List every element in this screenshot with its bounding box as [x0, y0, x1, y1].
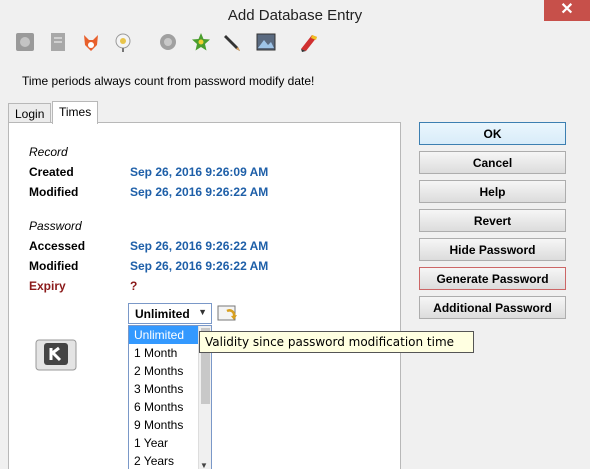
record-modified-label: Modified: [29, 185, 79, 199]
ok-button[interactable]: OK: [419, 122, 566, 145]
generate-password-button[interactable]: Generate Password: [419, 267, 566, 290]
password-modified-label: Modified: [29, 259, 79, 273]
additional-password-button[interactable]: Additional Password: [419, 296, 566, 319]
scroll-down-icon[interactable]: ▼: [200, 461, 208, 469]
dropdown-option[interactable]: 1 Month: [129, 344, 199, 362]
time-period-note: Time periods always count from password …: [22, 74, 315, 88]
expiry-select-value: Unlimited: [135, 307, 190, 321]
record-created-value: Sep 26, 2016 9:26:09 AM: [130, 165, 269, 179]
dropdown-option[interactable]: 1 Year: [129, 434, 199, 452]
cancel-button[interactable]: Cancel: [419, 151, 566, 174]
close-button[interactable]: ✕: [544, 0, 590, 21]
window-title: Add Database Entry: [227, 7, 363, 24]
times-panel: Record Created Sep 26, 2016 9:26:09 AM M…: [8, 122, 401, 469]
calendar-pick-icon[interactable]: [217, 303, 239, 324]
record-modified-value: Sep 26, 2016 9:26:22 AM: [130, 185, 269, 199]
password-heading: Password: [29, 219, 82, 233]
keyboard-key-icon[interactable]: [35, 339, 77, 371]
chevron-down-icon: ▼: [198, 307, 207, 317]
record-heading: Record: [29, 145, 68, 159]
dropdown-option[interactable]: Unlimited: [129, 326, 199, 344]
pen-icon[interactable]: [222, 31, 244, 53]
picture-icon[interactable]: [255, 31, 277, 53]
password-accessed-label: Accessed: [29, 239, 86, 253]
dropdown-option[interactable]: 3 Months: [129, 380, 199, 398]
grey-circle-icon[interactable]: [157, 31, 179, 53]
expiry-select[interactable]: Unlimited ▼: [128, 303, 212, 324]
globe-pin-icon[interactable]: [112, 31, 134, 53]
expiry-value: ?: [130, 279, 138, 293]
hide-password-button[interactable]: Hide Password: [419, 238, 566, 261]
dropdown-option[interactable]: 6 Months: [129, 398, 199, 416]
fox-icon[interactable]: [80, 31, 102, 53]
expiry-tooltip: Validity since password modification tim…: [199, 331, 474, 353]
password-modified-value: Sep 26, 2016 9:26:22 AM: [130, 259, 269, 273]
dropdown-option[interactable]: 2 Months: [129, 362, 199, 380]
color-palette-icon[interactable]: [298, 31, 320, 53]
dropdown-option[interactable]: 2 Years: [129, 452, 199, 469]
grey-doc-icon[interactable]: [47, 31, 69, 53]
dropdown-option[interactable]: 9 Months: [129, 416, 199, 434]
record-created-label: Created: [29, 165, 74, 179]
expiry-label: Expiry: [29, 279, 66, 293]
tab-times[interactable]: Times: [52, 101, 99, 124]
help-button[interactable]: Help: [419, 180, 566, 203]
tab-login[interactable]: Login: [8, 103, 52, 124]
revert-button[interactable]: Revert: [419, 209, 566, 232]
green-star-icon[interactable]: [190, 31, 212, 53]
grey-gear-icon[interactable]: [14, 31, 36, 53]
password-accessed-value: Sep 26, 2016 9:26:22 AM: [130, 239, 269, 253]
title-bar: Add Database Entry ✕: [0, 0, 590, 30]
